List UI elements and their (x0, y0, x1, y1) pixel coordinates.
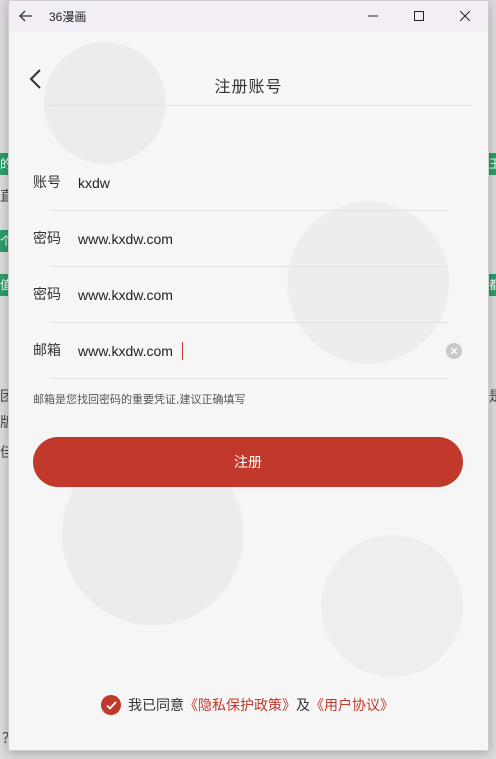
account-field: 账号 (33, 155, 448, 211)
minimize-button[interactable] (350, 1, 396, 31)
email-hint: 邮箱是您找回密码的重要凭证,建议正确填写 (33, 393, 246, 406)
minimize-icon (368, 15, 378, 17)
app-window: 36漫画 注册账号 账号 密码 (8, 0, 489, 751)
account-label: 账号 (33, 175, 61, 191)
user-agreement-link[interactable]: 《用户协议》 (310, 695, 394, 715)
email-input[interactable] (78, 323, 448, 379)
titlebar-back-button[interactable] (11, 1, 41, 31)
password-label: 密码 (33, 231, 61, 247)
confirm-password-field: 密码 (33, 267, 448, 323)
arrow-left-icon (19, 10, 32, 22)
background-text: 〈 (489, 412, 496, 432)
background-tag: 的 (0, 153, 12, 175)
background-tag: 个 (0, 230, 12, 252)
text-caret (182, 342, 183, 360)
page-title: 注册账号 (214, 77, 283, 96)
email-label: 邮箱 (33, 343, 61, 359)
confirm-password-label: 密码 (33, 287, 61, 303)
agree-checkbox[interactable] (101, 695, 121, 715)
background-tag: 值 (0, 274, 12, 296)
password-field: 密码 (33, 211, 448, 267)
background-tag: 都 (489, 274, 496, 296)
register-button[interactable]: 注册 (33, 437, 463, 487)
password-input[interactable] (78, 211, 448, 267)
agreement-conjunction: 及 (296, 698, 310, 714)
title-bar: 36漫画 (9, 1, 488, 31)
close-icon (450, 347, 458, 355)
email-field: 邮箱 (33, 323, 462, 379)
window-title: 36漫画 (49, 9, 87, 24)
privacy-policy-link[interactable]: 《隐私保护政策》 (184, 695, 296, 715)
background-tag: 王 (489, 153, 496, 175)
close-icon (460, 11, 470, 21)
background-text: 是 (489, 386, 496, 406)
confirm-password-input[interactable] (78, 267, 448, 323)
check-icon (105, 700, 117, 710)
header-divider (49, 105, 472, 106)
register-page: 注册账号 账号 密码 密码 邮箱 邮箱是您找回密码的重要凭证, (9, 31, 488, 750)
account-input[interactable] (78, 155, 448, 211)
agreement-prefix: 我已同意 (128, 698, 184, 714)
field-divider (49, 378, 448, 379)
maximize-icon (414, 11, 424, 21)
agreement-row: 我已同意 《隐私保护政策》 及 《用户协议》 (101, 695, 394, 715)
maximize-button[interactable] (396, 1, 442, 31)
clear-button[interactable] (446, 343, 462, 359)
close-button[interactable] (442, 1, 488, 31)
page-header: 注册账号 (9, 31, 488, 105)
window-controls (350, 1, 488, 31)
